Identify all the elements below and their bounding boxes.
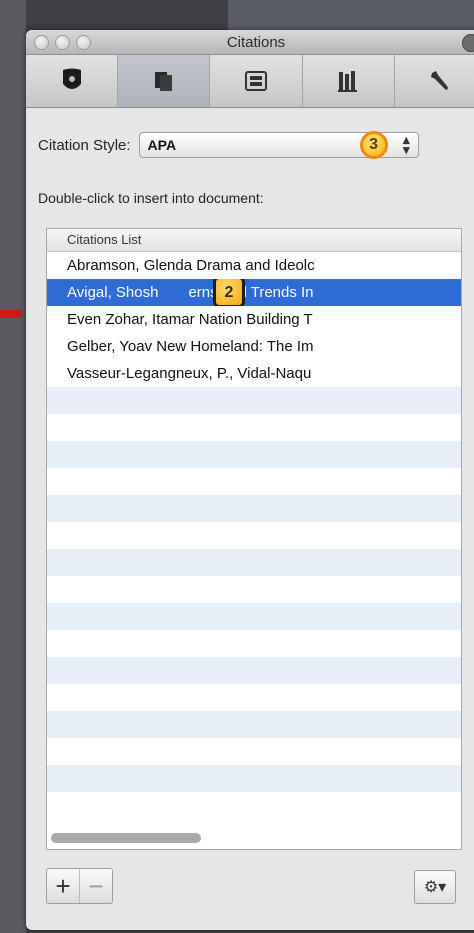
empty-row xyxy=(47,549,461,576)
books-icon xyxy=(338,71,358,92)
list-item-text: Avigal, Shosh xyxy=(67,284,159,301)
library-icon xyxy=(245,71,267,91)
instruction-text: Double-click to insert into document: xyxy=(38,190,264,206)
step-marker-3: 3 xyxy=(359,131,388,159)
toolbar xyxy=(26,55,474,108)
empty-row xyxy=(47,576,461,603)
gear-menu-button[interactable]: ⚙▾ xyxy=(414,870,456,904)
add-remove-bar: + − xyxy=(46,868,113,904)
empty-row xyxy=(47,738,461,765)
remove-button[interactable]: − xyxy=(79,869,112,903)
background-window-strip xyxy=(228,0,474,34)
citation-style-label: Citation Style: xyxy=(38,136,131,154)
empty-row xyxy=(47,441,461,468)
citation-style-row: Citation Style: APA ▴ ▾ 3 xyxy=(38,131,419,159)
step-marker-2: 2 xyxy=(213,279,245,306)
background-left xyxy=(0,0,26,933)
wrench-icon xyxy=(431,71,449,90)
empty-row xyxy=(47,387,461,414)
list-item[interactable]: Gelber, Yoav New Homeland: The Im xyxy=(47,333,461,360)
list-item-selected[interactable]: Avigal, Shosh erns and Trends In 2 xyxy=(47,279,461,306)
citations-list[interactable]: Citations List Abramson, Glenda Drama an… xyxy=(46,228,462,850)
empty-row xyxy=(47,684,461,711)
empty-row xyxy=(47,414,461,441)
annotation-arrow xyxy=(0,310,22,318)
list-item[interactable]: Abramson, Glenda Drama and Ideolc xyxy=(47,252,461,279)
list-header[interactable]: Citations List xyxy=(47,229,461,252)
add-button[interactable]: + xyxy=(47,869,79,903)
empty-row xyxy=(47,522,461,549)
empty-row xyxy=(47,657,461,684)
empty-row xyxy=(47,711,461,738)
empty-row xyxy=(47,765,461,792)
citation-style-select[interactable]: APA ▴ ▾ 3 xyxy=(138,131,419,159)
toolbar-button-wrench[interactable] xyxy=(395,55,474,107)
empty-row xyxy=(47,603,461,630)
citations-window: Citations Citation Style: APA ▴ ▾ 3 Doub… xyxy=(26,30,474,930)
list-item[interactable]: Vasseur-Legangneux, P., Vidal-Naqu xyxy=(47,360,461,387)
list-item-text-rest: erns and Trends In xyxy=(188,284,314,301)
title-bar: Citations xyxy=(26,30,474,55)
documents-icon xyxy=(154,72,172,91)
shield-icon xyxy=(62,68,81,89)
toolbar-button-documents[interactable] xyxy=(118,55,211,107)
list-item[interactable]: Even Zohar, Itamar Nation Building T xyxy=(47,306,461,333)
empty-row xyxy=(47,630,461,657)
horizontal-scrollbar[interactable] xyxy=(51,833,201,843)
toolbar-button-shield[interactable] xyxy=(26,55,119,107)
chevron-updown-icon: ▴ ▾ xyxy=(403,132,410,157)
toolbar-toggle-button[interactable] xyxy=(462,34,474,52)
empty-row xyxy=(47,495,461,522)
citation-style-value: APA xyxy=(147,137,177,153)
toolbar-button-library[interactable] xyxy=(210,55,303,107)
empty-row xyxy=(47,468,461,495)
toolbar-button-books[interactable] xyxy=(303,55,395,107)
window-title: Citations xyxy=(226,34,286,51)
